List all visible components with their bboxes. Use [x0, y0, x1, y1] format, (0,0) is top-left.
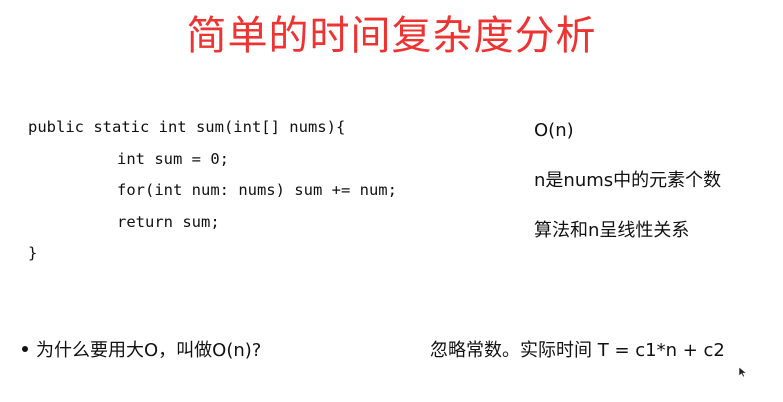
slide: 简单的时间复杂度分析 public static int sum(int[] n…	[0, 0, 783, 402]
bullet-text: 为什么要用大O，叫做O(n)?	[36, 340, 262, 361]
bullet-dot-icon	[22, 346, 28, 352]
explanation-text: 忽略常数。实际时间 T = c1*n + c2	[430, 340, 725, 361]
linear-relation-note: 算法和n呈线性关系	[534, 220, 690, 241]
code-line: public static int sum(int[] nums){	[28, 118, 346, 136]
slide-title: 简单的时间复杂度分析	[186, 13, 597, 59]
code-line: return sum;	[117, 212, 220, 231]
bullet-item: 为什么要用大O，叫做O(n)?	[22, 336, 261, 366]
code-line: int sum = 0;	[117, 149, 229, 168]
code-line: }	[28, 244, 38, 262]
n-definition-note: n是nums中的元素个数	[534, 170, 722, 191]
complexity-note: O(n)	[534, 120, 574, 141]
notes-column: O(n) n是nums中的元素个数 算法和n呈线性关系	[534, 112, 721, 262]
code-line: for(int num: nums) sum += num;	[117, 181, 397, 199]
mouse-cursor-icon	[738, 366, 748, 378]
code-block: public static int sum(int[] nums){ int s…	[28, 112, 397, 270]
